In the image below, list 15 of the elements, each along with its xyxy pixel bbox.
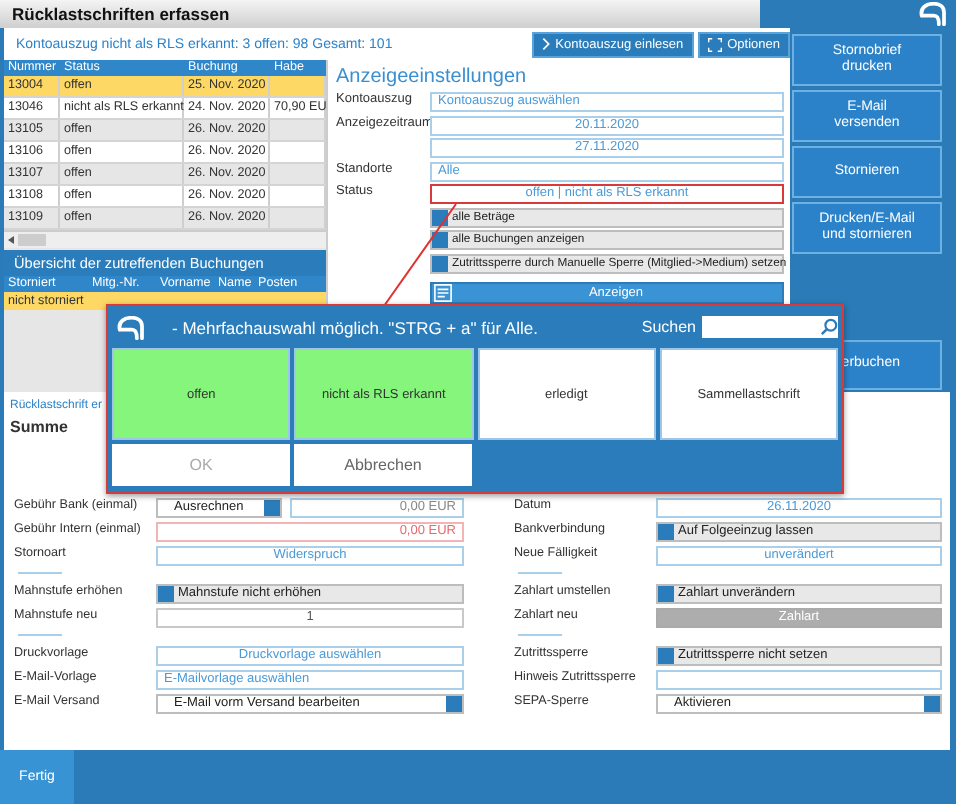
input-field[interactable] xyxy=(656,670,942,691)
search-label: Suchen xyxy=(641,318,696,336)
panel-title: Anzeigeeinstellungen xyxy=(336,64,529,92)
corners-icon xyxy=(707,37,722,51)
section-subtitle: Summe xyxy=(10,416,70,440)
chevron-icon xyxy=(541,36,550,52)
dialog-button[interactable]: Abbrechen xyxy=(294,444,472,486)
dialog-message: - Mehrfachauswahl möglich. "STRG + a" für Alle. xyxy=(172,317,540,337)
search-icon xyxy=(820,318,838,336)
search-field[interactable] xyxy=(702,316,838,338)
list-icon xyxy=(434,284,452,302)
window-title: Rücklastschriften erfassen xyxy=(10,4,230,24)
scrollbar[interactable] xyxy=(4,230,326,248)
logo-icon xyxy=(918,2,946,26)
logo-icon xyxy=(116,315,144,339)
